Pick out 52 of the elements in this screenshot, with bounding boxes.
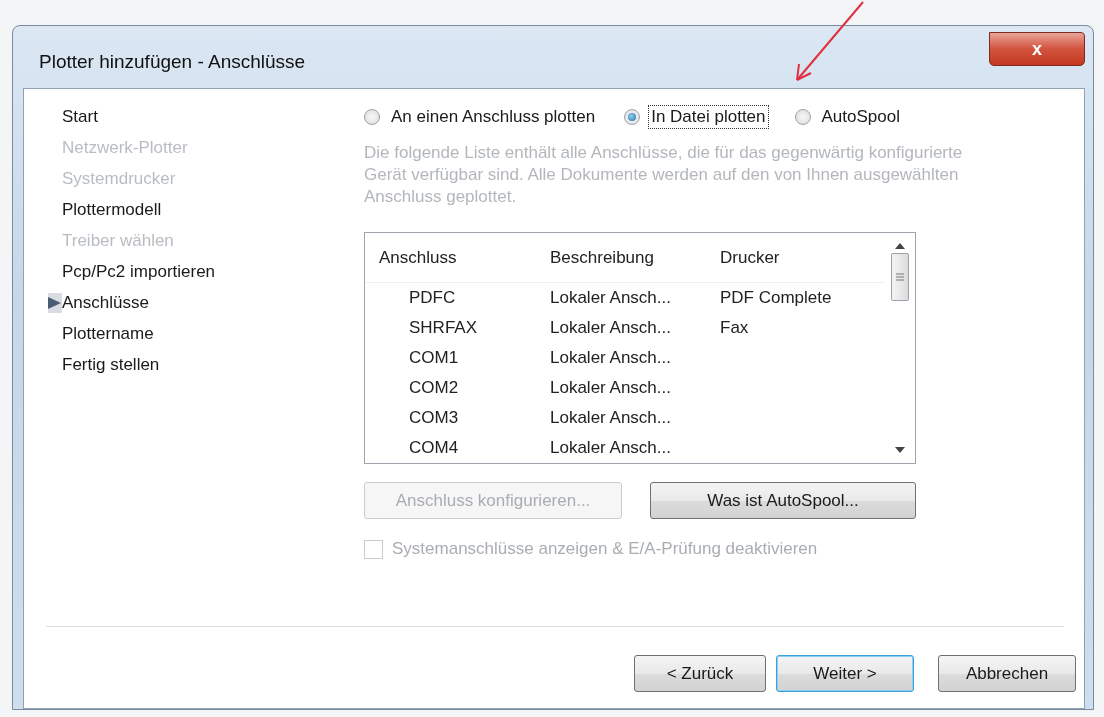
wizard-step: Netzwerk-Plotter [62, 132, 364, 163]
autospool-info-button[interactable]: Was ist AutoSpool... [650, 482, 916, 519]
wizard-step: Systemdrucker [62, 163, 364, 194]
column-header[interactable]: Drucker [720, 247, 885, 268]
back-button[interactable]: < Zurück [634, 655, 766, 692]
printer-cell-text: PDF Complete [720, 288, 833, 308]
port-cell-text: COM2 [408, 378, 460, 398]
window-title: Plotter hinzufügen - Anschlüsse [39, 51, 306, 73]
wizard-step: Fertig stellen [62, 349, 364, 380]
scroll-thumb[interactable] [891, 253, 909, 301]
radio-button[interactable] [364, 108, 380, 125]
list-row[interactable]: COM3 Lokaler Ansch... [365, 403, 885, 433]
column-header[interactable]: Beschreibung [550, 247, 720, 268]
port-cell-text: COM3 [408, 408, 460, 428]
scroll-down-icon[interactable] [895, 447, 905, 453]
radio-label: An einen Anschluss plotten [390, 105, 597, 128]
column-header[interactable]: Anschluss [379, 247, 550, 268]
wizard-step: Plottermodell [62, 194, 364, 225]
list-row[interactable]: PDFC Lokaler Ansch... PDF Complete [365, 283, 885, 313]
radio-label: AutoSpool [820, 105, 901, 128]
scroll-up-icon[interactable] [895, 243, 905, 249]
port-cell-text: SHRFAX [408, 318, 479, 338]
wizard-step: Pcp/Pc2 importieren [62, 256, 364, 287]
wizard-step: Start [62, 101, 364, 132]
radio-button[interactable] [794, 108, 811, 125]
wizard-step: Treiber wählen [62, 225, 364, 256]
description-cell-text: Lokaler Ansch... [550, 288, 672, 308]
close-button[interactable]: x [989, 32, 1085, 66]
description-cell-text: Lokaler Ansch... [550, 408, 672, 428]
list-row[interactable]: COM2 Lokaler Ansch... [365, 373, 885, 403]
cancel-button[interactable]: Abbrechen [938, 655, 1076, 692]
description-text: Die folgende Liste enthält alle Anschlüsse, die für das gegenwärtig konfigurierte Gerät verfügbar sind. Alle Dokumente werden auf den von Ihnen ausgewählten Anschluss geplottet. [364, 142, 964, 208]
description-cell-text: Lokaler Ansch... [550, 348, 672, 368]
port-cell-text: PDFC [408, 288, 457, 308]
radio-option[interactable]: AutoSpool [794, 104, 903, 129]
list-row[interactable]: SHRFAX Lokaler Ansch... Fax [365, 313, 885, 343]
radio-button[interactable] [624, 108, 641, 125]
wizard-step: Plottername [62, 318, 364, 349]
list-row[interactable]: COM1 Lokaler Ansch... [365, 343, 885, 373]
description-cell-text: Lokaler Ansch... [550, 378, 672, 398]
checkbox-label: Systemanschlüsse anzeigen & E/A-Prüfung deaktivieren [392, 539, 818, 559]
radio-label: In Datei plotten [648, 104, 769, 129]
description-cell-text: Lokaler Ansch... [550, 318, 672, 338]
radio-option[interactable]: An einen Anschluss plotten [364, 104, 599, 129]
radio-option[interactable]: In Datei plotten [624, 104, 769, 129]
port-cell-text: COM1 [408, 348, 460, 368]
next-button[interactable]: Weiter > [776, 655, 914, 692]
port-cell-text: COM4 [408, 438, 460, 458]
description-cell-text: Lokaler Ansch... [550, 438, 672, 458]
list-row[interactable]: COM4 Lokaler Ansch... [365, 433, 885, 463]
printer-cell-text: Fax [720, 318, 750, 338]
wizard-step: Anschlüsse [62, 287, 364, 318]
